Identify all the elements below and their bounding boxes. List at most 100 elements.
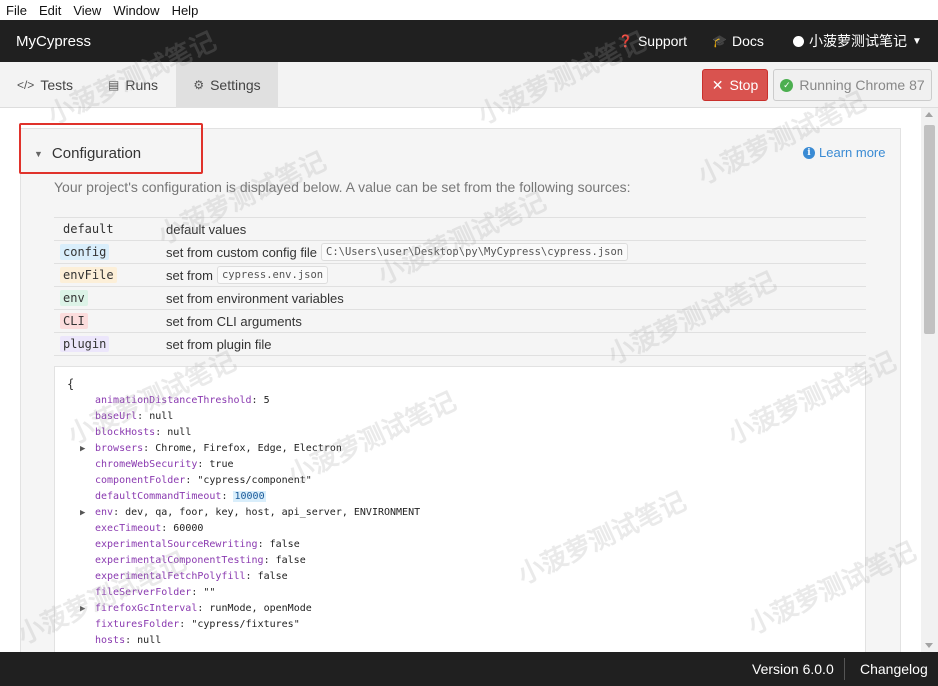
- config-key: fixturesFolder: [95, 619, 180, 630]
- config-value: false: [257, 571, 288, 582]
- config-value: dev, qa, foor, key, host, api_server, EN…: [125, 507, 421, 518]
- config-key-value: env: dev, qa, foor, key, host, api_serve…: [95, 507, 421, 518]
- source-description-text: set from: [166, 267, 213, 283]
- config-key: blockHosts: [95, 427, 156, 438]
- title-bar: MyCypress ❓ Support 🎓 Docs 小菠萝测试笔记 ▼: [0, 20, 938, 62]
- config-key-value: experimentalFetchPolyfill: false: [95, 571, 288, 582]
- source-description: set from custom config file C:\Users\user…: [166, 243, 629, 261]
- source-path-code: C:\Users\user\Desktop\py\MyCypress\cypre…: [321, 243, 629, 261]
- config-entry: experimentalFetchPolyfill: false: [55, 569, 865, 585]
- config-key: experimentalFetchPolyfill: [95, 571, 246, 582]
- source-row: env set from environment variables: [54, 287, 866, 310]
- config-key: execTimeout: [95, 523, 162, 534]
- expand-arrow-icon[interactable]: ▶: [80, 505, 85, 521]
- config-entry: defaultCommandTimeout: 10000: [55, 489, 865, 505]
- config-value: "cypress/component": [197, 475, 312, 486]
- changelog-link[interactable]: Changelog: [860, 652, 928, 686]
- menu-window[interactable]: Window: [113, 3, 159, 18]
- source-description: default values: [166, 222, 246, 237]
- config-key: browsers: [95, 443, 144, 454]
- source-row: default default values: [54, 218, 866, 241]
- config-key-value: firefoxGcInterval: runMode, openMode: [95, 603, 312, 614]
- sources-table: default default values config set from cust…: [54, 217, 866, 356]
- config-value: runMode, openMode: [209, 603, 312, 614]
- learn-more-label: Learn more: [819, 145, 886, 160]
- config-entry: fixturesFolder: "cypress/fixtures": [55, 617, 865, 633]
- menu-view[interactable]: View: [73, 3, 101, 18]
- configuration-description: Your project's configuration is displaye…: [54, 179, 631, 195]
- config-entry: fileServerFolder: "": [55, 585, 865, 601]
- source-key: env: [60, 290, 88, 306]
- browser-select-button[interactable]: ✓ Running Chrome 87: [773, 69, 932, 101]
- menu-help[interactable]: Help: [172, 3, 199, 18]
- vertical-scrollbar[interactable]: [921, 108, 938, 652]
- source-description: set from plugin file: [166, 337, 272, 352]
- config-value: Chrome, Firefox, Edge, Electron: [155, 443, 342, 454]
- user-avatar-icon: [793, 35, 804, 47]
- config-entry[interactable]: ▶ firefoxGcInterval: runMode, openMode: [55, 601, 865, 617]
- docs-link[interactable]: 🎓 Docs: [712, 20, 764, 62]
- footer-divider: [844, 658, 845, 680]
- config-entry: blockHosts: null: [55, 425, 865, 441]
- user-menu[interactable]: 小菠萝测试笔记 ▼: [793, 20, 922, 62]
- info-circle-icon: i: [803, 146, 815, 159]
- menu-edit[interactable]: Edit: [39, 3, 61, 18]
- config-key-value: blockHosts: null: [95, 427, 192, 438]
- config-value: "": [203, 587, 216, 598]
- config-key: experimentalComponentTesting: [95, 555, 264, 566]
- config-key: firefoxGcInterval: [95, 603, 198, 614]
- config-entry: experimentalSourceRewriting: false: [55, 537, 865, 553]
- config-entry: experimentalComponentTesting: false: [55, 553, 865, 569]
- scroll-thumb[interactable]: [924, 125, 935, 334]
- learn-more-link[interactable]: i Learn more: [803, 145, 885, 160]
- config-key: experimentalSourceRewriting: [95, 539, 258, 550]
- support-link[interactable]: ❓ Support: [618, 20, 687, 62]
- tab-tests[interactable]: </> Tests: [0, 62, 90, 108]
- graduation-cap-icon: 🎓: [712, 34, 727, 48]
- tab-runs-label: Runs: [125, 77, 159, 93]
- menu-file[interactable]: File: [6, 3, 27, 18]
- user-label: 小菠萝测试笔记: [809, 33, 907, 49]
- config-key: defaultCommandTimeout: [95, 491, 222, 502]
- config-key-value: fixturesFolder: "cypress/fixtures": [95, 619, 300, 630]
- close-icon: ✕: [711, 76, 724, 93]
- scroll-up-arrow-icon[interactable]: [925, 112, 933, 117]
- config-key-value: defaultCommandTimeout: 10000: [95, 491, 266, 502]
- config-entry: execTimeout: 60000: [55, 521, 865, 537]
- source-key: default: [63, 222, 114, 236]
- config-value: null: [167, 427, 192, 438]
- source-key: envFile: [60, 267, 117, 283]
- stop-button[interactable]: ✕ Stop: [702, 69, 768, 101]
- gear-icon: ⚙: [193, 78, 205, 92]
- config-entry: componentFolder: "cypress/component": [55, 473, 865, 489]
- menu-bar: File Edit View Window Help: [0, 0, 938, 20]
- config-entry[interactable]: ▶ browsers: Chrome, Firefox, Edge, Electr…: [55, 441, 865, 457]
- source-key: plugin: [60, 336, 110, 352]
- config-entry[interactable]: ▶ env: dev, qa, foor, key, host, api_serv…: [55, 505, 865, 521]
- highlight-box: [19, 123, 203, 174]
- tab-runs[interactable]: ▤ Runs: [90, 62, 176, 108]
- stop-label: Stop: [729, 77, 759, 93]
- tab-settings-label: Settings: [210, 77, 261, 93]
- tab-settings[interactable]: ⚙ Settings: [176, 62, 278, 108]
- source-description-text: set from plugin file: [166, 336, 272, 352]
- config-key: componentFolder: [95, 475, 186, 486]
- source-description-text: set from custom config file: [166, 244, 317, 260]
- config-key-value: animationDistanceThreshold: 5: [95, 395, 270, 406]
- expand-arrow-icon[interactable]: ▶: [80, 601, 85, 617]
- config-value: null: [137, 635, 162, 646]
- config-key-value: browsers: Chrome, Firefox, Edge, Electro…: [95, 443, 342, 454]
- config-key: animationDistanceThreshold: [95, 395, 252, 406]
- scroll-down-arrow-icon[interactable]: [925, 643, 933, 648]
- config-value: 60000: [173, 523, 204, 534]
- config-key: chromeWebSecurity: [95, 459, 198, 470]
- expand-arrow-icon[interactable]: ▶: [80, 441, 85, 457]
- config-value: "cypress/fixtures": [191, 619, 300, 630]
- config-key-value: baseUrl: null: [95, 411, 174, 422]
- config-entry: animationDistanceThreshold: 5: [55, 393, 865, 409]
- config-key: env: [95, 507, 114, 518]
- config-key-value: fileServerFolder: "": [95, 587, 216, 598]
- config-value: false: [269, 539, 300, 550]
- footer: Version 6.0.0 Changelog: [0, 652, 938, 686]
- source-row: CLI set from CLI arguments: [54, 310, 866, 333]
